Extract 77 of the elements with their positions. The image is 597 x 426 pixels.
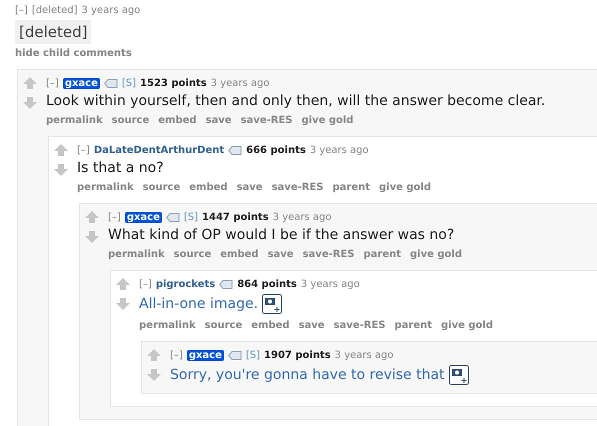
collapse-toggle[interactable]: [–] — [170, 350, 183, 360]
downvote-arrow-icon[interactable] — [54, 164, 68, 176]
action-link[interactable]: give gold — [301, 115, 354, 126]
action-link[interactable]: permalink — [77, 182, 134, 193]
timestamp: 3 years ago — [300, 278, 360, 290]
points-score: 666 points — [246, 144, 306, 156]
action-link[interactable]: source — [204, 320, 242, 331]
action-link[interactable]: parent — [363, 249, 402, 260]
collapse-toggle[interactable]: [–] — [139, 278, 152, 290]
action-link[interactable]: embed — [251, 320, 290, 331]
action-link[interactable]: save — [268, 249, 294, 260]
timestamp: 3 years ago — [81, 4, 140, 16]
action-link[interactable]: save-RES — [334, 320, 386, 331]
points-score: 864 points — [237, 278, 297, 290]
tag-icon[interactable] — [104, 78, 118, 88]
action-link[interactable]: save — [236, 182, 263, 193]
action-link[interactable]: give gold — [410, 249, 462, 260]
deleted-comment-text: [deleted] — [15, 20, 92, 44]
tag-icon[interactable] — [228, 350, 242, 360]
action-link[interactable]: give gold — [441, 320, 493, 331]
username-link[interactable]: gxace — [62, 78, 100, 88]
action-link[interactable]: permalink — [108, 249, 165, 260]
action-link[interactable]: source — [174, 249, 212, 260]
points-score: 1447 points — [202, 212, 269, 222]
action-link[interactable]: save-RES — [272, 182, 324, 193]
camera-plus-icon[interactable] — [448, 365, 469, 385]
action-link[interactable]: save-RES — [240, 115, 292, 126]
comment-text: Look within yourself, then and only then, will the answer become clear. — [46, 93, 546, 109]
hide-child-comments-link[interactable]: hide child comments — [15, 48, 597, 59]
timestamp: 3 years ago — [210, 78, 270, 88]
action-link[interactable]: embed — [220, 249, 259, 260]
downvote-arrow-icon[interactable] — [116, 298, 130, 310]
action-link[interactable]: embed — [189, 182, 228, 193]
collapse-toggle[interactable]: [–] — [108, 212, 121, 222]
tag-icon[interactable] — [166, 212, 180, 222]
action-link[interactable]: parent — [394, 320, 432, 331]
collapse-toggle[interactable]: [–] — [15, 4, 28, 16]
action-link[interactable]: embed — [158, 115, 197, 126]
action-link[interactable]: permalink — [139, 320, 196, 331]
username-link[interactable]: pigrockets — [156, 278, 216, 290]
collapse-toggle[interactable]: [–] — [46, 78, 59, 88]
camera-plus-icon[interactable] — [262, 294, 282, 314]
action-link[interactable]: save-RES — [302, 249, 354, 260]
timestamp: 3 years ago — [310, 144, 369, 156]
tag-icon[interactable] — [219, 280, 234, 288]
points-score: 1523 points — [140, 78, 207, 88]
upvote-arrow-icon[interactable] — [54, 144, 68, 156]
comment-text: What kind of OP would I be if the answer was no? — [108, 227, 454, 243]
action-link[interactable]: permalink — [46, 115, 103, 126]
action-link[interactable]: save — [206, 115, 232, 126]
upvote-arrow-icon[interactable] — [116, 278, 130, 290]
username-link[interactable]: gxace — [186, 350, 224, 360]
comment-link[interactable]: Sorry, you're gonna have to revise that — [170, 367, 445, 383]
username: [deleted] — [32, 4, 78, 16]
comment-link[interactable]: All-in-one image. — [139, 296, 258, 312]
tag-icon[interactable] — [228, 146, 242, 154]
action-link[interactable]: give gold — [379, 182, 431, 193]
upvote-arrow-icon[interactable] — [85, 211, 99, 223]
collapse-toggle[interactable]: [–] — [77, 144, 90, 156]
timestamp: 3 years ago — [334, 350, 394, 360]
downvote-arrow-icon[interactable] — [85, 231, 99, 243]
submitter-flair: [S] — [122, 78, 136, 88]
downvote-arrow-icon[interactable] — [23, 97, 37, 109]
downvote-arrow-icon[interactable] — [147, 369, 161, 381]
username-link[interactable]: gxace — [124, 212, 162, 222]
action-link[interactable]: parent — [332, 182, 370, 193]
action-link[interactable]: source — [142, 182, 180, 193]
points-score: 1907 points — [264, 350, 331, 360]
username-link[interactable]: DaLateDentArthurDent — [94, 144, 224, 156]
upvote-arrow-icon[interactable] — [23, 77, 37, 89]
timestamp: 3 years ago — [272, 212, 332, 222]
submitter-flair: [S] — [246, 350, 260, 360]
submitter-flair: [S] — [184, 212, 198, 222]
action-link[interactable]: source — [112, 115, 150, 126]
action-link[interactable]: save — [298, 320, 325, 331]
upvote-arrow-icon[interactable] — [147, 349, 161, 361]
comment-text: Is that a no? — [77, 160, 164, 176]
